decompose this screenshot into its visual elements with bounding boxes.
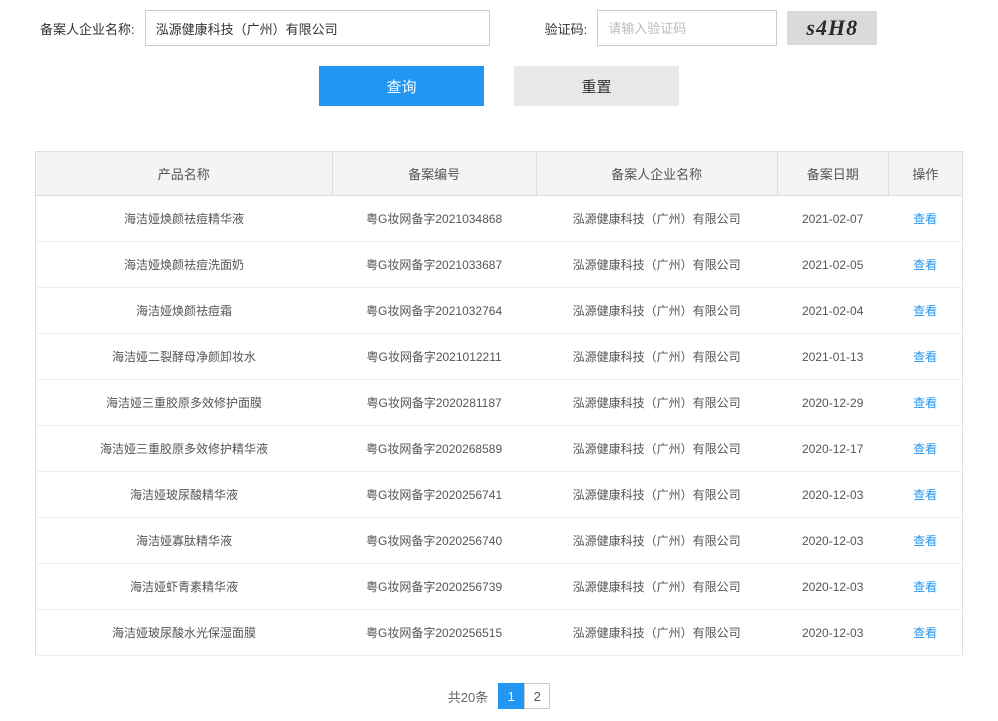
captcha-image[interactable]: s4H8 [787,11,877,45]
header-date: 备案日期 [777,152,888,196]
table-row: 海洁娅三重胶原多效修护面膜粤G妆网备字2020281187泓源健康科技（广州）有… [36,380,963,426]
cell-date: 2021-01-13 [777,334,888,380]
cell-company: 泓源健康科技（广州）有限公司 [536,564,777,610]
cell-company: 泓源健康科技（广州）有限公司 [536,610,777,656]
view-link[interactable]: 查看 [913,350,937,364]
pagination: 共20条 12 [0,671,998,721]
cell-date: 2020-12-29 [777,380,888,426]
cell-date: 2020-12-03 [777,472,888,518]
cell-action: 查看 [888,518,962,564]
cell-company: 泓源健康科技（广州）有限公司 [536,472,777,518]
cell-action: 查看 [888,196,962,242]
cell-action: 查看 [888,288,962,334]
captcha-label: 验证码: [545,19,588,38]
cell-date: 2021-02-04 [777,288,888,334]
cell-company: 泓源健康科技（广州）有限公司 [536,518,777,564]
table-row: 海洁娅虾青素精华液粤G妆网备字2020256739泓源健康科技（广州）有限公司2… [36,564,963,610]
table-row: 海洁娅焕颜祛痘洗面奶粤G妆网备字2021033687泓源健康科技（广州）有限公司… [36,242,963,288]
cell-product: 海洁娅玻尿酸水光保湿面膜 [36,610,333,656]
cell-company: 泓源健康科技（广州）有限公司 [536,288,777,334]
cell-company: 泓源健康科技（广州）有限公司 [536,334,777,380]
table-row: 海洁娅二裂酵母净颜卸妆水粤G妆网备字2021012211泓源健康科技（广州）有限… [36,334,963,380]
cell-company: 泓源健康科技（广州）有限公司 [536,380,777,426]
cell-date: 2021-02-07 [777,196,888,242]
cell-product: 海洁娅焕颜祛痘洗面奶 [36,242,333,288]
view-link[interactable]: 查看 [913,396,937,410]
cell-action: 查看 [888,610,962,656]
cell-product: 海洁娅焕颜祛痘霜 [36,288,333,334]
cell-date: 2020-12-17 [777,426,888,472]
cell-action: 查看 [888,472,962,518]
cell-date: 2020-12-03 [777,564,888,610]
cell-action: 查看 [888,242,962,288]
cell-product: 海洁娅焕颜祛痘精华液 [36,196,333,242]
view-link[interactable]: 查看 [913,534,937,548]
header-action: 操作 [888,152,962,196]
cell-number: 粤G妆网备字2020281187 [332,380,536,426]
cell-number: 粤G妆网备字2020268589 [332,426,536,472]
cell-product: 海洁娅玻尿酸精华液 [36,472,333,518]
view-link[interactable]: 查看 [913,442,937,456]
cell-action: 查看 [888,334,962,380]
page-button-1[interactable]: 1 [498,683,524,709]
view-link[interactable]: 查看 [913,258,937,272]
header-number: 备案编号 [332,152,536,196]
cell-number: 粤G妆网备字2020256515 [332,610,536,656]
header-product: 产品名称 [36,152,333,196]
header-company: 备案人企业名称 [536,152,777,196]
cell-number: 粤G妆网备字2021034868 [332,196,536,242]
table-row: 海洁娅三重胶原多效修护精华液粤G妆网备字2020268589泓源健康科技（广州）… [36,426,963,472]
table-row: 海洁娅焕颜祛痘精华液粤G妆网备字2021034868泓源健康科技（广州）有限公司… [36,196,963,242]
cell-product: 海洁娅虾青素精华液 [36,564,333,610]
view-link[interactable]: 查看 [913,626,937,640]
cell-number: 粤G妆网备字2021032764 [332,288,536,334]
cell-action: 查看 [888,426,962,472]
cell-number: 粤G妆网备字2021012211 [332,334,536,380]
company-input[interactable] [145,10,490,46]
cell-action: 查看 [888,380,962,426]
view-link[interactable]: 查看 [913,488,937,502]
cell-date: 2020-12-03 [777,610,888,656]
reset-button[interactable]: 重置 [514,66,679,106]
table-row: 海洁娅玻尿酸精华液粤G妆网备字2020256741泓源健康科技（广州）有限公司2… [36,472,963,518]
cell-action: 查看 [888,564,962,610]
search-button[interactable]: 查询 [319,66,484,106]
total-count: 共20条 [448,687,488,706]
view-link[interactable]: 查看 [913,304,937,318]
cell-number: 粤G妆网备字2020256740 [332,518,536,564]
cell-number: 粤G妆网备字2020256739 [332,564,536,610]
cell-product: 海洁娅三重胶原多效修护面膜 [36,380,333,426]
cell-product: 海洁娅二裂酵母净颜卸妆水 [36,334,333,380]
cell-company: 泓源健康科技（广州）有限公司 [536,426,777,472]
cell-number: 粤G妆网备字2020256741 [332,472,536,518]
cell-product: 海洁娅寡肽精华液 [36,518,333,564]
table-row: 海洁娅玻尿酸水光保湿面膜粤G妆网备字2020256515泓源健康科技（广州）有限… [36,610,963,656]
view-link[interactable]: 查看 [913,212,937,226]
cell-company: 泓源健康科技（广州）有限公司 [536,242,777,288]
captcha-input[interactable] [597,10,777,46]
cell-date: 2020-12-03 [777,518,888,564]
cell-date: 2021-02-05 [777,242,888,288]
view-link[interactable]: 查看 [913,580,937,594]
page-button-2[interactable]: 2 [524,683,550,709]
cell-product: 海洁娅三重胶原多效修护精华液 [36,426,333,472]
table-row: 海洁娅寡肽精华液粤G妆网备字2020256740泓源健康科技（广州）有限公司20… [36,518,963,564]
cell-number: 粤G妆网备字2021033687 [332,242,536,288]
results-table: 产品名称 备案编号 备案人企业名称 备案日期 操作 海洁娅焕颜祛痘精华液粤G妆网… [35,151,963,656]
company-label: 备案人企业名称: [40,19,135,38]
table-row: 海洁娅焕颜祛痘霜粤G妆网备字2021032764泓源健康科技（广州）有限公司20… [36,288,963,334]
cell-company: 泓源健康科技（广州）有限公司 [536,196,777,242]
